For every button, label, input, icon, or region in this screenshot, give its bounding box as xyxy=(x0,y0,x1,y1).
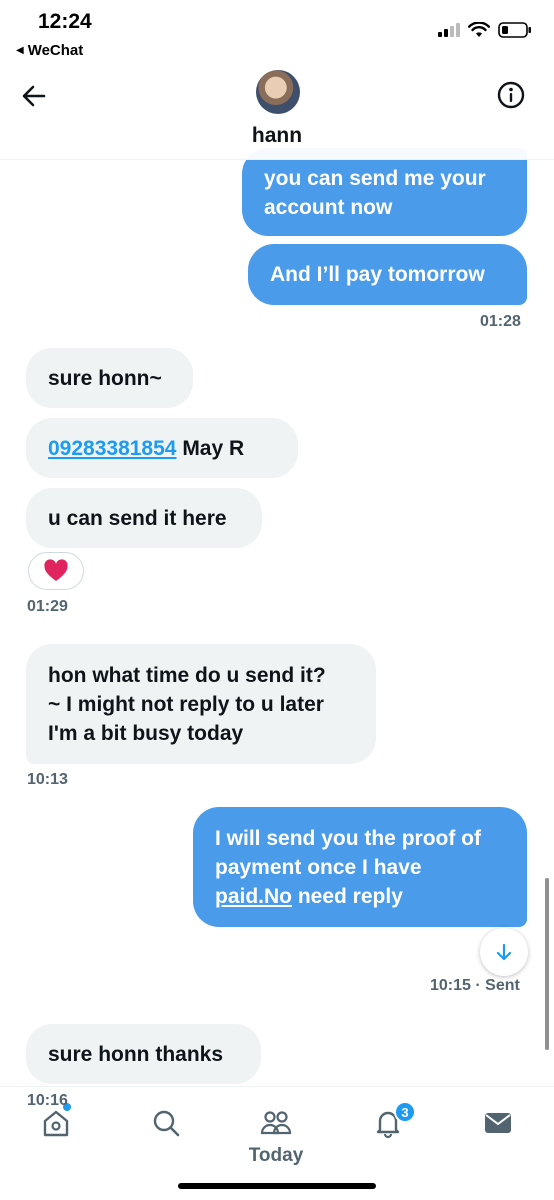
message-text: And I’ll pay tomorrow xyxy=(270,263,485,286)
message-text: account now xyxy=(264,196,393,219)
link-text[interactable]: paid.No xyxy=(215,885,292,908)
back-app-label: WeChat xyxy=(27,42,84,59)
message-timestamp: 10:13 xyxy=(27,771,68,788)
communities-icon xyxy=(260,1111,292,1135)
scroll-to-bottom-button[interactable] xyxy=(480,928,528,976)
message-timestamp: 01:28 xyxy=(480,313,521,330)
back-button[interactable] xyxy=(18,80,50,112)
message-bubble-received[interactable]: hon what time do u send it? ~ I might no… xyxy=(26,644,376,764)
nav-communities[interactable] xyxy=(256,1103,296,1143)
message-timestamp: 10:16 xyxy=(27,1092,68,1109)
message-text: May R xyxy=(176,436,245,460)
info-icon xyxy=(497,81,525,109)
nav-messages[interactable] xyxy=(478,1103,518,1143)
message-text: I'm a bit busy today xyxy=(48,721,244,745)
back-triangle-icon: ◀ xyxy=(16,45,24,56)
info-button[interactable] xyxy=(496,80,526,110)
message-timestamp-status: 10:15 · Sent xyxy=(430,977,520,994)
message-bubble-received[interactable]: sure honn thanks xyxy=(26,1024,261,1084)
contact-avatar[interactable] xyxy=(256,70,300,114)
nav-search[interactable] xyxy=(146,1103,186,1143)
message-line: paid.No need reply xyxy=(215,882,505,911)
message-text: you can send me your xyxy=(264,167,486,190)
message-text: sure honn~ xyxy=(48,366,162,390)
message-text: need reply xyxy=(292,884,403,908)
message-bubble-sent[interactable]: you can send me your account now xyxy=(242,148,527,236)
scrollbar[interactable] xyxy=(545,878,549,1050)
message-bubble-sent[interactable]: And I’ll pay tomorrow xyxy=(248,244,527,305)
message-text: payment once I have xyxy=(215,855,422,879)
reaction-heart[interactable] xyxy=(28,552,84,590)
back-arrow-icon xyxy=(22,85,46,107)
system-icons xyxy=(438,22,532,38)
status-bar: 12:24 ◀ WeChat xyxy=(0,0,554,66)
message-bubble-received[interactable]: sure honn~ xyxy=(26,348,193,408)
arrow-down-icon xyxy=(496,943,512,961)
mail-icon xyxy=(485,1113,511,1133)
message-text: sure honn thanks xyxy=(48,1042,224,1066)
message-text: hon what time do u send it? xyxy=(48,663,326,687)
back-to-app-link[interactable]: ◀ WeChat xyxy=(16,42,83,59)
battery-icon xyxy=(498,22,531,38)
message-bubble-sent[interactable]: I will send you the proof of payment onc… xyxy=(193,807,527,927)
message-bubble-received[interactable]: u can send it here xyxy=(26,488,262,548)
home-indicator xyxy=(178,1183,376,1189)
search-icon xyxy=(153,1110,180,1137)
message-text: u can send it here xyxy=(48,506,227,530)
notifications-badge: 3 xyxy=(394,1101,416,1123)
phone-number-link[interactable]: 09283381854 xyxy=(48,434,176,463)
message-text: I will send you the proof of xyxy=(215,826,481,850)
message-text: ~ I might not reply to u later xyxy=(48,692,324,716)
message-timestamp: 01:29 xyxy=(27,598,68,615)
heart-icon xyxy=(44,559,68,581)
conversation-header: hann xyxy=(0,62,554,160)
wifi-icon xyxy=(468,22,490,37)
nav-today-label[interactable]: Today xyxy=(236,1145,316,1167)
message-bubble-received[interactable]: 09283381854 May R xyxy=(26,418,298,478)
status-time: 12:24 xyxy=(38,10,92,33)
home-icon xyxy=(43,1110,69,1137)
contact-name[interactable]: hann xyxy=(0,124,554,148)
signal-icon xyxy=(438,23,460,37)
